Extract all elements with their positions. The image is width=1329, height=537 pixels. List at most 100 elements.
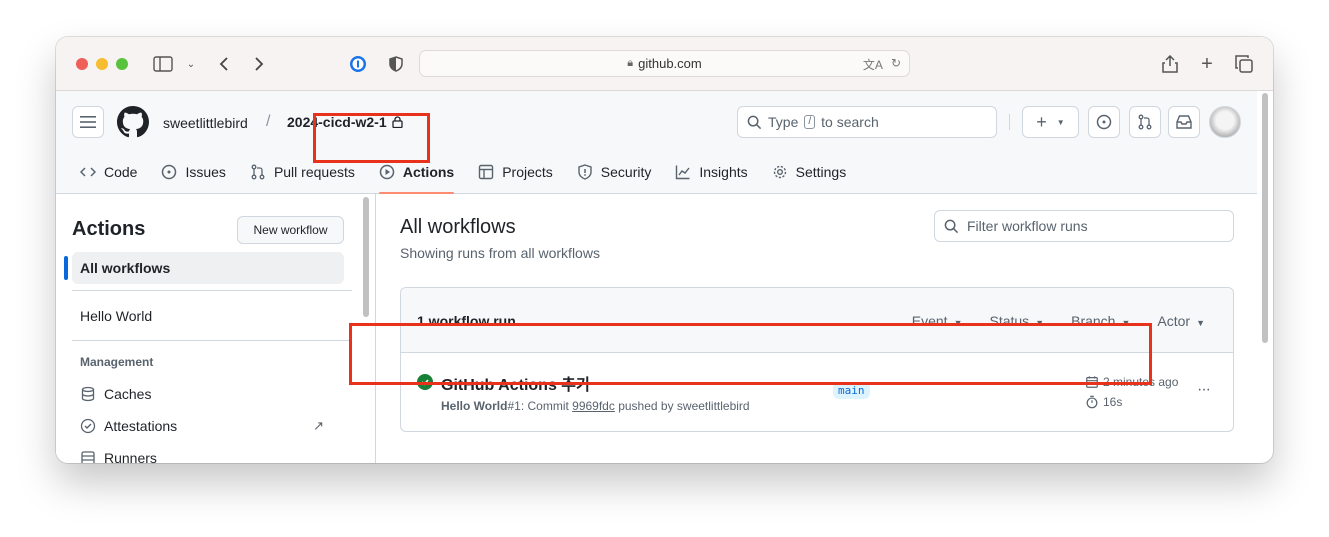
- address-bar[interactable]: 🔒︎ github.com 文A ↻: [419, 50, 910, 77]
- repo-owner-link[interactable]: sweetlittlebird: [163, 115, 248, 131]
- zoom-window-button[interactable]: [116, 58, 128, 70]
- stopwatch-icon: [1086, 395, 1098, 409]
- tab-settings-label: Settings: [795, 164, 847, 180]
- kebab-menu-icon[interactable]: ···: [1197, 381, 1211, 399]
- sidebar-scrollbar[interactable]: [363, 197, 369, 317]
- tab-settings[interactable]: Settings: [764, 156, 855, 188]
- table-icon: [479, 164, 494, 180]
- management-heading: Management: [80, 355, 154, 369]
- gear-icon: [773, 165, 786, 179]
- filter-label: Actor: [1157, 313, 1191, 329]
- run-meta-prefix: : Commit: [520, 399, 573, 413]
- share-icon[interactable]: [1159, 53, 1181, 75]
- run-meta: Hello World#1: Commit 9969fdc pushed by …: [441, 399, 750, 413]
- tab-actions-label: Actions: [402, 164, 455, 180]
- repo-tabs: Code Issues Pull requests Actions Projec…: [72, 152, 862, 194]
- pull-request-icon: [1138, 114, 1152, 130]
- search-suffix-text: to search: [821, 114, 879, 130]
- shield-icon: [578, 164, 592, 180]
- url-text: github.com: [638, 56, 702, 71]
- sidebar-title: Actions: [72, 218, 146, 240]
- run-workflow-name: Hello World: [441, 399, 508, 413]
- run-meta-suffix: pushed by sweetlittlebird: [614, 399, 750, 413]
- caret-down-icon: ▼: [1056, 117, 1065, 127]
- new-tab-icon[interactable]: +: [1196, 53, 1218, 75]
- tab-insights[interactable]: Insights: [667, 156, 755, 188]
- sidebar-item-label: Hello World: [80, 308, 153, 324]
- breadcrumb-separator: /: [266, 113, 271, 130]
- search-icon: [747, 115, 762, 129]
- external-link-icon: ↗: [313, 418, 324, 433]
- back-icon[interactable]: [213, 53, 235, 75]
- tab-issues[interactable]: Issues: [153, 156, 233, 188]
- pull-request-icon: [251, 164, 265, 180]
- avatar[interactable]: [1209, 106, 1241, 138]
- forward-icon[interactable]: [248, 53, 270, 75]
- sidebar-item-label: Runners: [104, 450, 157, 463]
- new-workflow-button[interactable]: New workflow: [237, 216, 344, 244]
- pull-requests-button[interactable]: [1129, 106, 1161, 138]
- sidebar-item-attestations[interactable]: Attestations ↗: [72, 410, 344, 442]
- close-window-button[interactable]: [76, 58, 88, 70]
- sidebar-divider: [72, 290, 352, 291]
- translate-icon[interactable]: 文A: [863, 56, 883, 73]
- tab-projects-label: Projects: [502, 164, 553, 180]
- tab-code-label: Code: [104, 164, 138, 180]
- tab-projects[interactable]: Projects: [470, 156, 561, 188]
- tab-overview-icon[interactable]: [1233, 53, 1255, 75]
- database-icon: [81, 386, 95, 402]
- filter-placeholder: Filter workflow runs: [967, 218, 1088, 234]
- sidebar-item-runners[interactable]: Runners: [72, 442, 344, 463]
- tab-insights-label: Insights: [699, 164, 748, 180]
- page-title: All workflows: [400, 216, 516, 238]
- password-manager-icon[interactable]: [347, 53, 369, 75]
- verified-icon: [80, 418, 96, 434]
- tab-security[interactable]: Security: [569, 156, 660, 188]
- run-duration-text: 16s: [1103, 395, 1123, 409]
- issue-icon: [162, 164, 177, 180]
- issues-button[interactable]: [1088, 106, 1120, 138]
- privacy-shield-icon[interactable]: [385, 53, 407, 75]
- github-header: sweetlittlebird / 2024-cicd-w2-1 Type / …: [56, 91, 1257, 194]
- graph-icon: [676, 165, 690, 180]
- minimize-window-button[interactable]: [96, 58, 108, 70]
- sidebar-item-all-workflows[interactable]: All workflows: [64, 252, 344, 284]
- github-logo-icon[interactable]: [117, 106, 149, 138]
- tab-code[interactable]: Code: [72, 156, 145, 188]
- caret-down-icon: ▼: [1196, 318, 1205, 328]
- commit-sha-link[interactable]: 9969fdc: [572, 399, 615, 413]
- sidebar-item-hello-world[interactable]: Hello World: [72, 300, 344, 332]
- annotation-highlight-workflow-run: [349, 323, 1152, 385]
- inbox-icon: [1176, 115, 1192, 129]
- page-scrollbar[interactable]: [1262, 93, 1268, 343]
- hamburger-icon: [80, 116, 96, 128]
- browser-window: ⌄ 🔒︎ github.com 文A ↻ + sweetlittlebird /…: [56, 37, 1273, 463]
- global-search-input[interactable]: Type / to search: [737, 106, 997, 138]
- filter-actor-dropdown[interactable]: Actor ▼: [1157, 313, 1205, 329]
- menu-button[interactable]: [72, 106, 104, 138]
- filter-workflow-runs-input[interactable]: Filter workflow runs: [934, 210, 1234, 242]
- lock-icon: 🔒︎: [627, 57, 634, 69]
- sidebar-item-label: Caches: [104, 386, 152, 402]
- page-subtitle: Showing runs from all workflows: [400, 245, 600, 261]
- sidebar-item-label: All workflows: [80, 260, 171, 276]
- actions-sidebar: Actions New workflow All workflows Hello…: [56, 194, 376, 463]
- run-number: #1: [507, 399, 521, 413]
- plus-icon: +: [1036, 111, 1047, 132]
- search-prefix-text: Type: [768, 114, 799, 130]
- tab-pull-requests-label: Pull requests: [273, 164, 355, 180]
- search-icon: [944, 219, 959, 233]
- create-new-button[interactable]: + ▼: [1022, 106, 1079, 138]
- browser-toolbar: ⌄ 🔒︎ github.com 文A ↻ +: [56, 37, 1273, 91]
- chevron-down-icon[interactable]: ⌄: [180, 53, 202, 75]
- inbox-button[interactable]: [1168, 106, 1200, 138]
- run-duration: 16s: [1085, 395, 1122, 409]
- annotation-highlight-actions-tab: [313, 113, 430, 163]
- sidebar-item-caches[interactable]: Caches: [72, 378, 344, 410]
- code-icon: [80, 167, 96, 177]
- tab-issues-label: Issues: [185, 164, 226, 180]
- sidebar-item-label: Attestations: [104, 418, 178, 434]
- reload-icon[interactable]: ↻: [891, 56, 901, 73]
- sidebar-toggle-icon[interactable]: [152, 53, 174, 75]
- search-shortcut-key: /: [804, 115, 816, 129]
